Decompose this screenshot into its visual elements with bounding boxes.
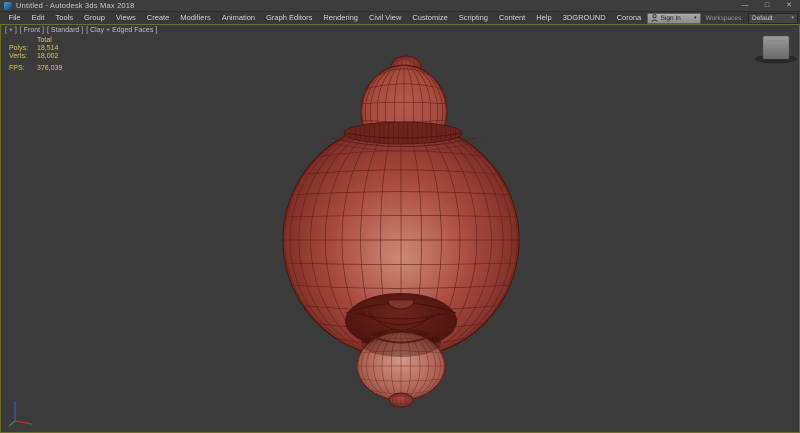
model-bottom-ball[interactable] — [357, 329, 445, 402]
scene-object-gray-box[interactable] — [763, 36, 789, 59]
close-button[interactable]: ✕ — [778, 0, 800, 12]
stats-total-header: Total — [37, 37, 52, 44]
menu-item-tools[interactable]: Tools — [50, 12, 79, 24]
menu-item-graph-editors[interactable]: Graph Editors — [261, 12, 318, 24]
window-title: Untitled - Autodesk 3ds Max 2018 — [16, 1, 135, 10]
menu-item-edit[interactable]: Edit — [26, 12, 50, 24]
menu-item-modifiers[interactable]: Modifiers — [175, 12, 216, 24]
stats-fps-value: 376,039 — [37, 65, 62, 72]
workspace-select[interactable]: Default ▾ — [748, 13, 798, 24]
account-area: Sign In ▾ Workspaces: Default ▾ — [647, 12, 798, 24]
sign-in-button[interactable]: Sign In ▾ — [647, 13, 701, 24]
chevron-down-icon: ▾ — [694, 15, 697, 21]
maximize-button[interactable]: □ — [756, 0, 778, 12]
viewport-label: [ + ] [ Front ] [ Standard ] [ Clay + Ed… — [5, 27, 157, 34]
menu-item-3dground[interactable]: 3DGROUND — [557, 12, 611, 24]
model-bottom-knob[interactable] — [389, 393, 413, 407]
chevron-down-icon: ▾ — [791, 15, 794, 21]
menu-item-civil-view[interactable]: Civil View — [363, 12, 406, 24]
menu-item-group[interactable]: Group — [79, 12, 111, 24]
viewport-menu-shading[interactable]: [ Clay + Edged Faces ] — [86, 27, 157, 34]
window-controls: — □ ✕ — [734, 0, 800, 12]
menu-item-customize[interactable]: Customize — [407, 12, 453, 24]
axis-tripod-icon — [9, 402, 32, 426]
stats-polys-label: Polys: — [9, 45, 28, 52]
workspaces-label: Workspaces: — [706, 15, 743, 22]
minimize-button[interactable]: — — [734, 0, 756, 12]
menu-item-animation[interactable]: Animation — [216, 12, 260, 24]
stats-polys-value: 18,514 — [37, 45, 58, 52]
viewport-menu-pov[interactable]: [ Front ] — [20, 27, 44, 34]
viewport-menu-general[interactable]: [ + ] — [5, 27, 17, 34]
menu-item-rendering[interactable]: Rendering — [318, 12, 364, 24]
menu-item-create[interactable]: Create — [141, 12, 175, 24]
sign-in-label: Sign In — [661, 15, 681, 22]
menu-item-corona[interactable]: Corona — [611, 12, 647, 24]
menu-item-views[interactable]: Views — [110, 12, 141, 24]
title-bar: Untitled - Autodesk 3ds Max 2018 — □ ✕ — [0, 0, 800, 12]
menu-item-scripting[interactable]: Scripting — [453, 12, 493, 24]
workspace-value: Default — [752, 15, 773, 22]
viewport-menu-renderer[interactable]: [ Standard ] — [47, 27, 83, 34]
user-icon — [651, 14, 658, 22]
menu-item-help[interactable]: Help — [531, 12, 557, 24]
stats-verts-label: Verts: — [9, 53, 27, 60]
viewport-canvas[interactable] — [1, 25, 799, 432]
3ds-max-logo-icon — [4, 2, 12, 10]
menu-item-file[interactable]: File — [3, 12, 26, 24]
menu-item-content[interactable]: Content — [493, 12, 530, 24]
stats-fps-label: FPS: — [9, 65, 25, 72]
stats-verts-value: 18,002 — [37, 53, 58, 60]
viewport[interactable]: [ + ] [ Front ] [ Standard ] [ Clay + Ed… — [0, 24, 800, 433]
